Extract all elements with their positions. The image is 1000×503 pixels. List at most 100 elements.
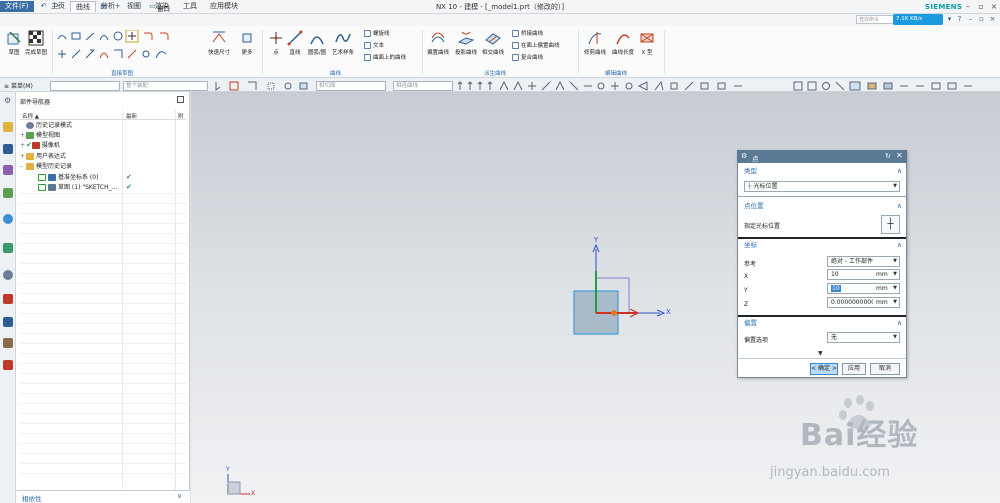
assembly-filter-select[interactable]: 整个装配 [123,81,208,91]
spiral-button[interactable]: 螺旋线 [364,30,390,39]
close-button[interactable]: × [988,1,1000,12]
sketch-tools[interactable] [56,30,190,64]
tab-applications[interactable]: 应用模块 [205,1,243,12]
maximize-navigator-icon[interactable] [177,96,184,103]
display-icon[interactable] [717,82,726,90]
checkbox-icon[interactable] [38,184,46,191]
rotate-icon[interactable] [822,82,830,90]
reset-icon[interactable]: ↻ [885,152,891,160]
tab-tools[interactable]: 工具 [178,1,202,12]
art-spline-button[interactable]: 艺术样条 [331,30,355,56]
nav-row-model-history[interactable]: – 模型历史记录 [20,162,186,171]
polygon-icon[interactable] [142,50,150,58]
chamfer-icon[interactable] [160,32,169,40]
shaded-icon[interactable] [849,81,861,91]
manufacturing-icon[interactable] [3,360,13,370]
finish-sketch-button[interactable]: 完成草图 [24,30,48,56]
profile-icon[interactable] [57,35,67,40]
snap-on-curve-icon[interactable] [541,81,551,91]
quick-dimension-button[interactable]: 快速尺寸 [207,30,231,56]
curve-on-surface-button[interactable]: 曲面上的曲线 [364,54,406,63]
zoom-icon[interactable] [807,81,817,91]
chevron-down-icon[interactable]: ∨ [177,492,182,500]
model-view[interactable] [560,235,680,345]
snap-corner-icon[interactable] [654,80,664,91]
cancel-button[interactable]: 取消 [870,363,900,375]
ribbon-restore-icon[interactable]: ▫ [977,15,986,24]
more-options-chevron-icon[interactable]: ▼ [818,350,823,357]
fit-icon[interactable] [793,81,803,91]
ribbon-minimize-icon[interactable]: – [966,15,975,24]
fillet-icon[interactable] [144,32,153,40]
tab-view[interactable]: 视图 [122,1,146,12]
assembly-navigator-icon[interactable] [3,122,13,132]
reuse-library-icon[interactable] [3,188,13,198]
arc-icon[interactable] [99,35,109,41]
selection-tools[interactable] [212,80,312,92]
snap-on-face-icon[interactable] [555,80,565,91]
point-tool-icon[interactable] [128,32,136,40]
cursor-location-button[interactable]: ┼ [881,215,900,234]
face-rule-select[interactable]: 相切面 [316,81,386,91]
tab-curve[interactable]: 曲线 [70,1,96,12]
snap-arc-center-icon[interactable] [499,80,509,91]
select-all-icon[interactable] [248,81,257,90]
intersect-curve-button[interactable]: 相交曲线 [481,30,505,56]
text-button[interactable]: 文本 [364,42,384,51]
bridge-curve-button[interactable]: 桥接曲线 [512,30,543,39]
nav-row-sketch[interactable]: 草图 (1) "SKETCH_... [38,183,122,192]
nav-row-cameras[interactable]: +✔ 摄像机 [20,141,186,150]
snap-arc-icon[interactable] [625,82,633,90]
ok-button[interactable]: < 确定 > [810,363,838,375]
clock-icon[interactable] [3,270,13,280]
offset-section-header[interactable]: 偏置 ∧ [738,318,906,329]
point-marker[interactable] [611,310,617,316]
rectangle-icon[interactable] [71,32,81,40]
x-coordinate-input[interactable]: 10 mm ▼ [827,269,900,280]
ribbon-options-icon[interactable]: ▾ [945,15,954,24]
constraint-navigator-icon[interactable] [3,144,13,154]
part-select-icon[interactable] [299,82,308,90]
nav-row-history-mode[interactable]: 历史记录模式 [20,121,186,130]
checkbox-icon[interactable] [38,174,46,181]
dialog-close-icon[interactable]: ✕ [896,151,903,160]
help-icon[interactable]: ? [955,15,964,24]
trim-curve-button[interactable]: 修剪曲线 [583,30,607,56]
view-icon[interactable] [700,82,709,90]
rectangle-select-icon[interactable] [267,82,275,90]
circle-icon[interactable] [113,31,123,41]
extend-icon[interactable] [71,49,81,59]
minimize-button[interactable]: – [962,1,974,12]
dialog-settings-gear-icon[interactable]: ⚙ [741,152,747,160]
line-button[interactable]: 直线 [283,30,307,56]
curve-rule-select[interactable]: 相连曲线 [393,81,453,91]
layer-icon[interactable] [883,82,893,90]
ellipse-icon[interactable] [155,51,167,59]
nav-row-model-views[interactable]: + 模型视图 [20,131,186,140]
deselect-icon[interactable] [229,81,239,91]
snap-quadrant-icon[interactable] [513,80,523,91]
type-section-header[interactable]: 类型 ∧ [738,166,906,177]
sketch-button[interactable]: 草图 [2,30,26,56]
command-search-input[interactable]: 查找命令 [856,15,894,24]
tab-file[interactable]: 文件(F) [0,1,34,12]
snap-midpoint-icon[interactable] [467,81,473,90]
y-coordinate-input[interactable]: 10 mm ▼ [827,283,900,294]
snap-control-icon[interactable] [477,81,483,90]
nav-row-datum-csys[interactable]: 基准坐标系 (0) [38,173,186,182]
type-filter-select[interactable] [50,81,120,91]
snap-existing-point-icon[interactable] [528,82,536,90]
view-tools[interactable] [792,80,1000,92]
corner-icon[interactable] [85,49,95,59]
part-navigator-icon[interactable] [3,165,13,175]
project-curve-button[interactable]: 投影曲线 [454,30,478,56]
tab-analysis[interactable]: 分析 [96,1,120,12]
main-menu-button[interactable]: ≡ 菜单(M) [4,81,33,90]
point-location-section-header[interactable]: 点位置 ∧ [738,201,906,212]
dependencies-panel[interactable] [16,490,190,503]
snap-intersection-icon[interactable] [487,81,493,90]
history-icon[interactable] [3,243,13,253]
arc-circle-button[interactable]: 圆弧/圆 [305,30,329,56]
select-icon[interactable] [215,82,221,91]
process-studio-icon[interactable] [3,294,13,304]
